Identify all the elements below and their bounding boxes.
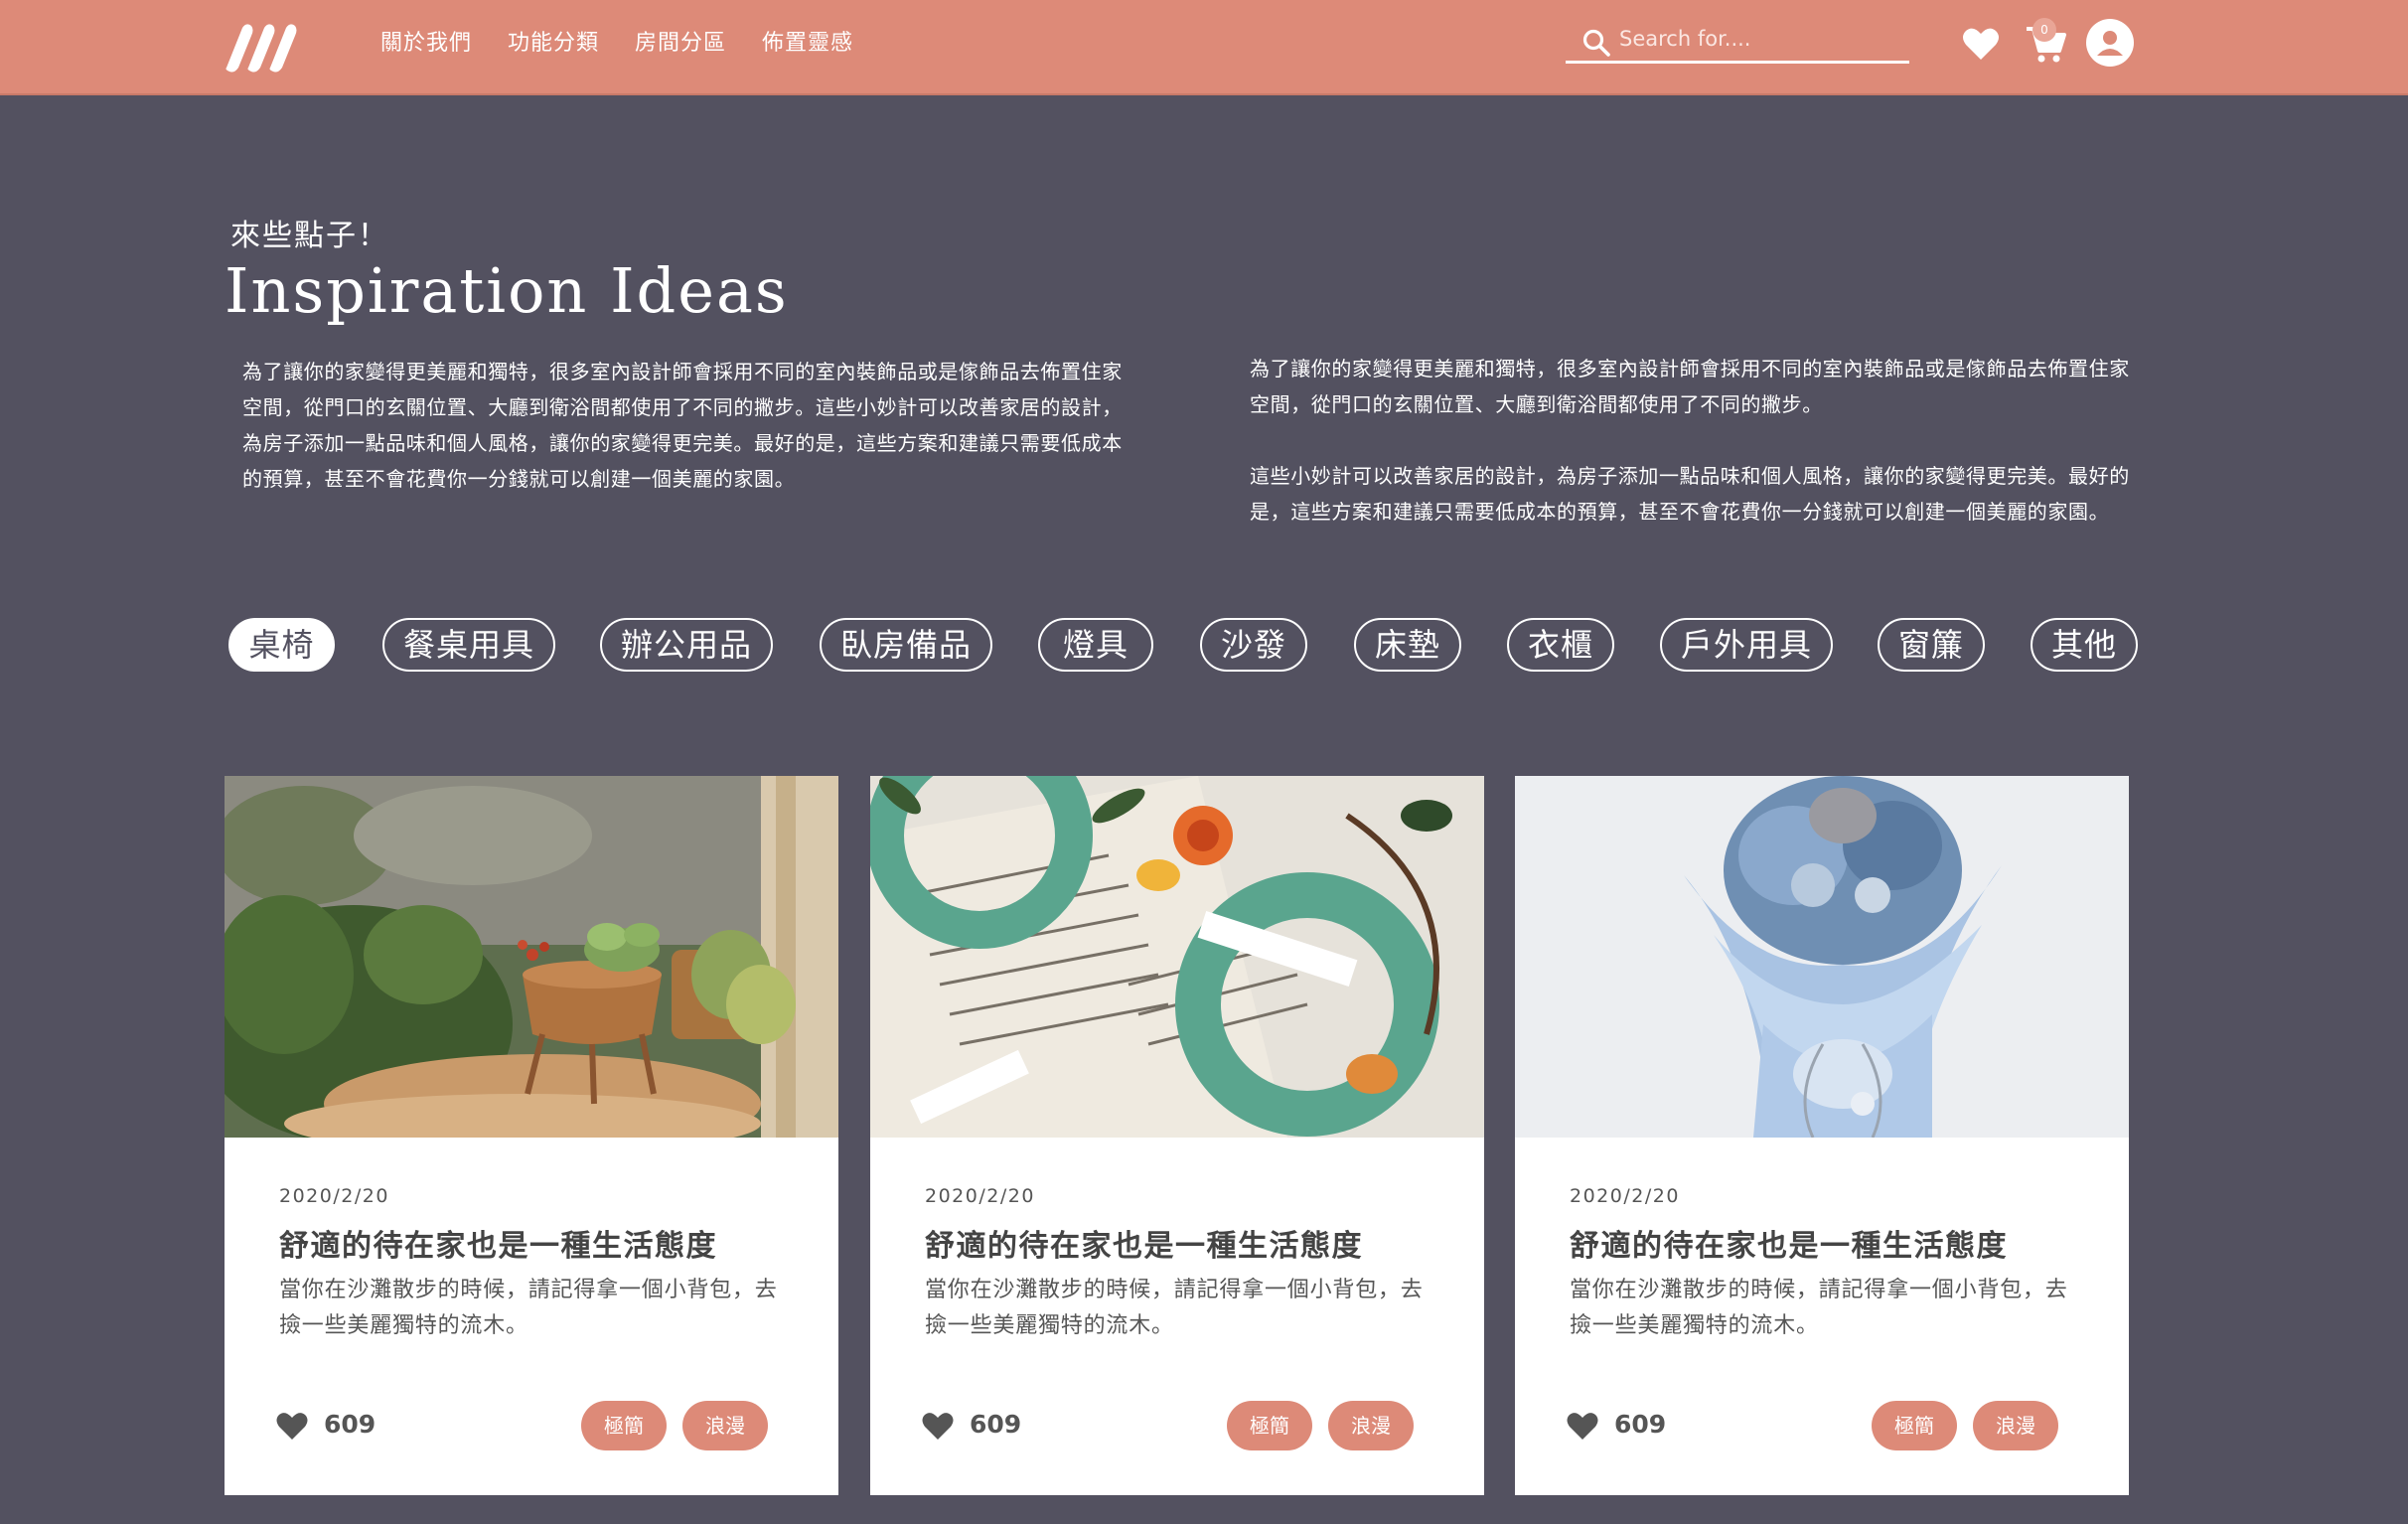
like-count: 609 bbox=[970, 1410, 1022, 1439]
category-pill-tables-chairs[interactable]: 桌椅 bbox=[228, 618, 335, 672]
card-photo-wreath[interactable] bbox=[870, 776, 1484, 1138]
card-title[interactable]: 舒適的待在家也是一種生活態度 bbox=[925, 1221, 1363, 1265]
card-title[interactable]: 舒適的待在家也是一種生活態度 bbox=[1570, 1221, 2008, 1265]
idea-card[interactable]: 2020/2/20 舒適的待在家也是一種生活態度 當你在沙灘散步的時候，請記得拿… bbox=[870, 776, 1484, 1495]
nav-decor-inspiration[interactable]: 佈置靈感 bbox=[762, 28, 853, 60]
tag-minimal[interactable]: 極簡 bbox=[581, 1401, 667, 1450]
like-heart-icon[interactable] bbox=[922, 1411, 954, 1441]
tag-romantic[interactable]: 浪漫 bbox=[1328, 1401, 1414, 1450]
idea-card[interactable]: 2020/2/20 舒適的待在家也是一種生活態度 當你在沙灘散步的時候，請記得拿… bbox=[1515, 776, 2129, 1495]
nav-function-categories[interactable]: 功能分類 bbox=[508, 28, 599, 60]
card-date: 2020/2/20 bbox=[925, 1185, 1035, 1207]
idea-card[interactable]: 2020/2/20 舒適的待在家也是一種生活態度 當你在沙灘散步的時候，請記得拿… bbox=[225, 776, 838, 1495]
category-pill-wardrobe[interactable]: 衣櫃 bbox=[1507, 618, 1614, 672]
category-pill-bedroom[interactable]: 臥房備品 bbox=[820, 618, 992, 672]
search-bar bbox=[1566, 18, 1909, 64]
card-photo-succulent[interactable] bbox=[225, 776, 838, 1138]
category-pill-mattress[interactable]: 床墊 bbox=[1354, 618, 1461, 672]
intro-paragraph-2: 這些小妙計可以改善家居的設計，為房子添加一點品味和個人風格，讓你的家變得更完美。… bbox=[1250, 464, 2130, 524]
intro-paragraph-1: 為了讓你的家變得更美麗和獨特，很多室內設計師會採用不同的室內裝飾品或是傢飾品去佈… bbox=[1250, 357, 2130, 416]
tag-romantic[interactable]: 浪漫 bbox=[682, 1401, 768, 1450]
nav-about-us[interactable]: 關於我們 bbox=[380, 28, 472, 60]
card-date: 2020/2/20 bbox=[1570, 1185, 1680, 1207]
tag-minimal[interactable]: 極簡 bbox=[1227, 1401, 1312, 1450]
like-heart-icon[interactable] bbox=[276, 1411, 308, 1441]
like-count: 609 bbox=[324, 1410, 376, 1439]
card-date: 2020/2/20 bbox=[279, 1185, 389, 1207]
like-heart-icon[interactable] bbox=[1567, 1411, 1598, 1441]
main-nav: 關於我們 功能分類 房間分區 佈置靈感 bbox=[380, 28, 853, 60]
card-description: 當你在沙灘散步的時候，請記得拿一個小背包，去撿一些美麗獨特的流木。 bbox=[925, 1278, 1424, 1338]
user-icon bbox=[2097, 31, 2123, 56]
card-description: 當你在沙灘散步的時候，請記得拿一個小背包，去撿一些美麗獨特的流木。 bbox=[279, 1278, 778, 1338]
tag-romantic[interactable]: 浪漫 bbox=[1973, 1401, 2058, 1450]
category-pill-lighting[interactable]: 燈具 bbox=[1038, 618, 1153, 672]
like-count: 609 bbox=[1614, 1410, 1667, 1439]
category-pill-outdoor[interactable]: 戶外用具 bbox=[1660, 618, 1833, 672]
category-pill-curtains[interactable]: 窗簾 bbox=[1878, 618, 1985, 672]
section-eyebrow: 來些點子！ bbox=[230, 219, 389, 253]
intro-text-left: 為了讓你的家變得更美麗和獨特，很多室內設計師會採用不同的室內裝飾品或是傢飾品去佈… bbox=[242, 360, 1123, 491]
category-pill-office[interactable]: 辦公用品 bbox=[600, 618, 773, 672]
card-photo-bouquet[interactable] bbox=[1515, 776, 2129, 1138]
page-title: Inspiration Ideas bbox=[225, 254, 789, 327]
search-icon[interactable] bbox=[1581, 28, 1611, 58]
intro-text-right: 為了讓你的家變得更美麗和獨特，很多室內設計師會採用不同的室內裝飾品或是傢飾品去佈… bbox=[1250, 351, 2144, 530]
category-pill-other[interactable]: 其他 bbox=[2031, 618, 2138, 672]
favorites-heart-icon[interactable] bbox=[1961, 24, 2001, 64]
search-input[interactable] bbox=[1619, 24, 1903, 54]
card-description: 當你在沙灘散步的時候，請記得拿一個小背包，去撿一些美麗獨特的流木。 bbox=[1570, 1278, 2068, 1338]
cart-count-badge: 0 bbox=[2032, 18, 2056, 42]
brand-logo[interactable] bbox=[221, 18, 298, 74]
category-pill-tableware[interactable]: 餐桌用具 bbox=[382, 618, 555, 672]
user-avatar[interactable] bbox=[2086, 19, 2134, 67]
category-pill-sofa[interactable]: 沙發 bbox=[1200, 618, 1307, 672]
tag-minimal[interactable]: 極簡 bbox=[1872, 1401, 1957, 1450]
top-navigation-bar: 關於我們 功能分類 房間分區 佈置靈感 0 bbox=[0, 0, 2408, 95]
nav-room-zones[interactable]: 房間分區 bbox=[635, 28, 726, 60]
card-title[interactable]: 舒適的待在家也是一種生活態度 bbox=[279, 1221, 717, 1265]
